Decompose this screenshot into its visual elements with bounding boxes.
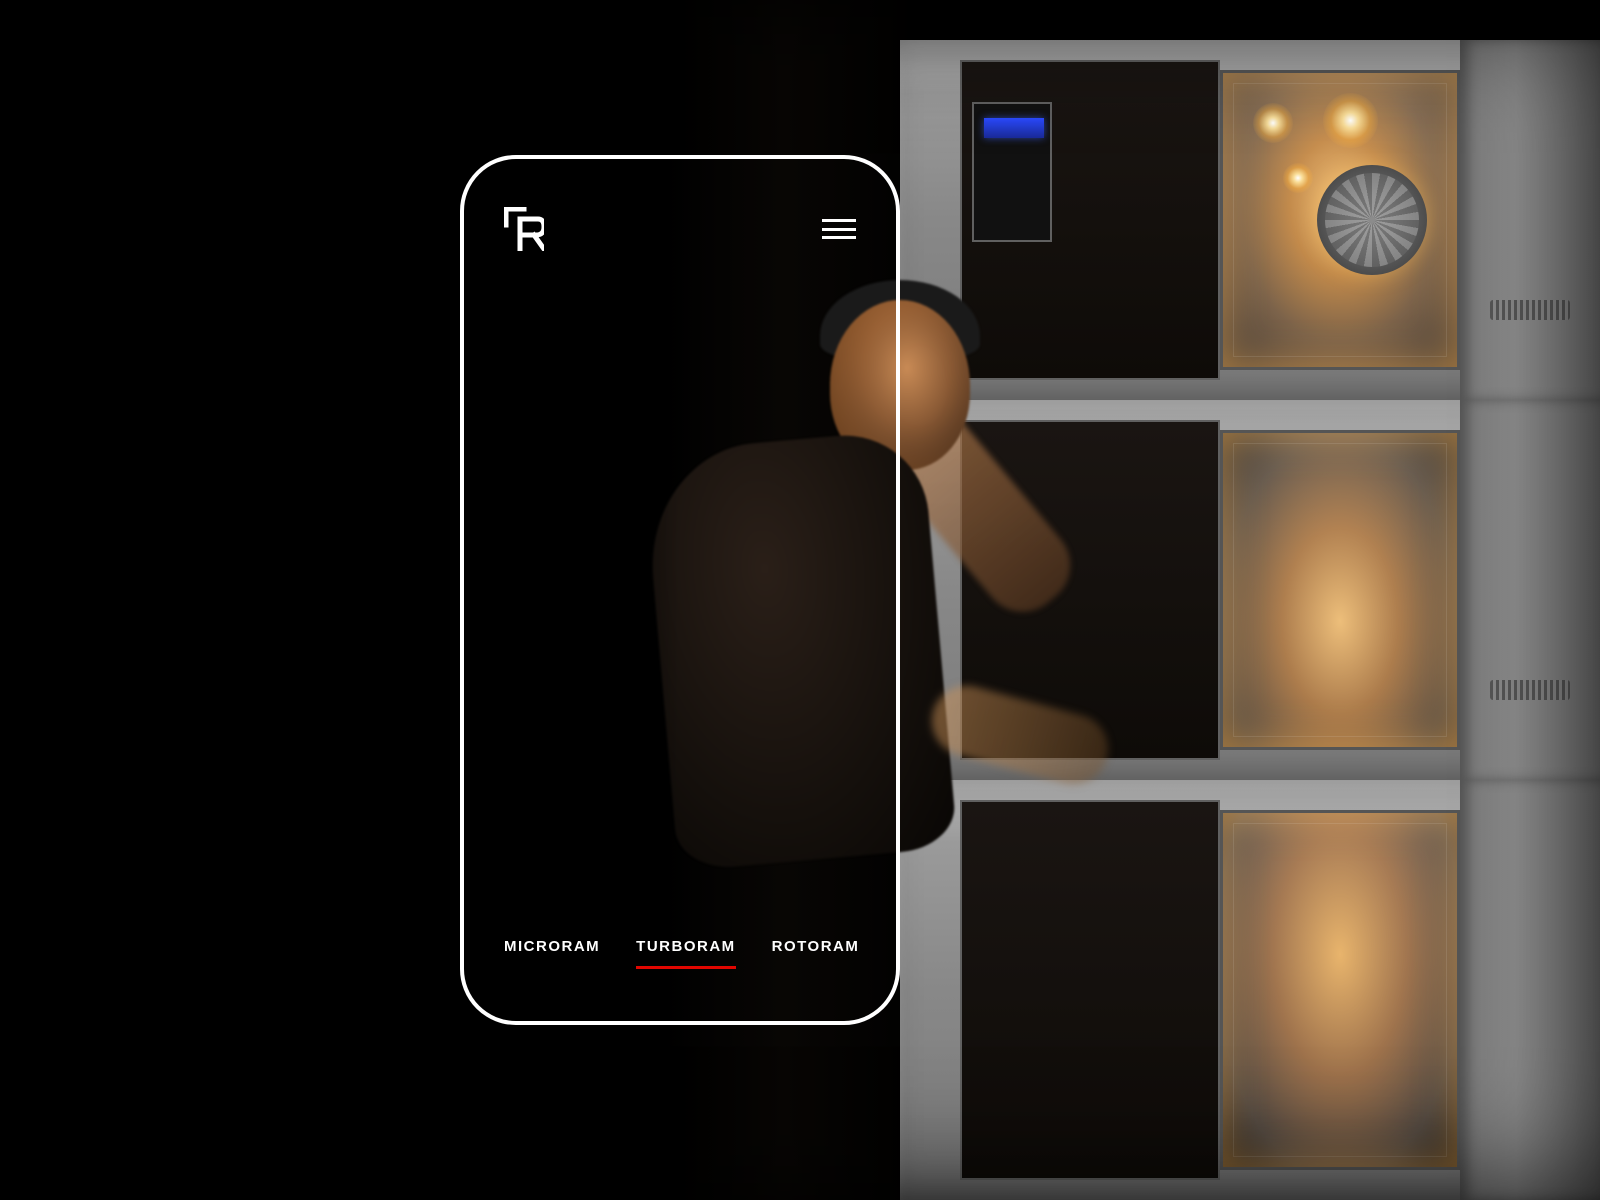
fan-icon	[1317, 165, 1427, 275]
oven-side-panel	[1460, 400, 1600, 780]
hamburger-line-icon	[822, 236, 856, 239]
tab-microram[interactable]: MICRORAM	[504, 938, 600, 969]
oven-glass-mid	[1220, 430, 1460, 750]
light-flare-icon	[1253, 103, 1293, 143]
oven-glass-bot	[1220, 810, 1460, 1170]
hamburger-line-icon	[822, 228, 856, 231]
product-tabs: MICRORAM TURBORAM ROTORAM	[504, 938, 856, 969]
device-screen: MICRORAM TURBORAM ROTORAM	[464, 159, 896, 1021]
light-flare-icon	[1323, 93, 1378, 148]
light-flare-icon	[1283, 163, 1313, 193]
oven-glass-top	[1220, 70, 1460, 370]
oven-control-panel	[972, 102, 1052, 242]
tab-rotoram[interactable]: ROTORAM	[772, 938, 860, 969]
brand-logo[interactable]	[504, 207, 544, 251]
menu-button[interactable]	[822, 219, 856, 239]
vent-icon	[1490, 300, 1570, 320]
r-logo-icon	[504, 207, 544, 251]
vent-icon	[1490, 680, 1570, 700]
stage: MICRORAM TURBORAM ROTORAM	[0, 0, 1600, 1200]
device-frame: MICRORAM TURBORAM ROTORAM	[460, 155, 900, 1025]
oven-side-panel	[1460, 780, 1600, 1200]
tab-turboram[interactable]: TURBORAM	[636, 938, 736, 969]
lcd-display-icon	[984, 118, 1044, 138]
hamburger-line-icon	[822, 219, 856, 222]
app-header	[504, 207, 856, 251]
oven-side-panel	[1460, 40, 1600, 400]
